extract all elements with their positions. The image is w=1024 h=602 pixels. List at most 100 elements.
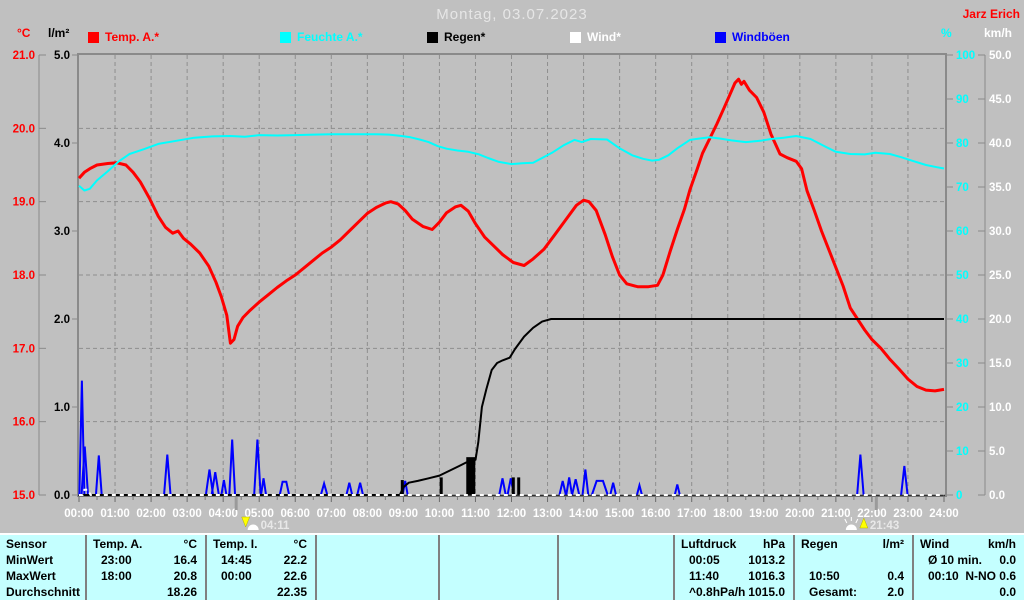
- table-header-Wind: Windkm/h: [914, 535, 1024, 552]
- table-cell: 18.26: [87, 584, 207, 600]
- table-column-title: Luftdruck: [675, 537, 736, 551]
- table-column-title: Temp. I.: [207, 537, 257, 551]
- axis-tick-label: 4.0: [54, 138, 70, 150]
- table-cell-time: 00:10: [914, 569, 959, 583]
- chart-legend: Temp. A.*Feuchte A.*Regen*Wind*Windböen: [0, 30, 1024, 46]
- x-axis-label: 13:00: [533, 508, 562, 520]
- table-cell-time: ^0.8hPa/h: [675, 585, 745, 599]
- table-cell-value: 20.8: [174, 569, 205, 583]
- table-cell-value: 18.26: [167, 585, 205, 599]
- table-cell-time: 23:00: [87, 553, 132, 567]
- table-row-label-text: MinWert: [0, 553, 53, 567]
- axis-tick-label: 70: [956, 182, 969, 194]
- legend-color-swatch: [715, 32, 726, 43]
- table-row-label-text: MaxWert: [0, 569, 56, 583]
- table-cell: [317, 552, 440, 568]
- x-axis-label: 17:00: [677, 508, 706, 520]
- axis-tick-label: 16.0: [13, 417, 35, 429]
- axis-tick-label: 40.0: [989, 138, 1011, 150]
- table-cell-value: 1013.2: [748, 553, 793, 567]
- table-column-unit: °C: [184, 537, 205, 551]
- table-cell: Gesamt:2.0: [795, 584, 914, 600]
- table-header-empty: [317, 535, 440, 552]
- table-cell: 00:051013.2: [675, 552, 795, 568]
- half-sun-icon: [248, 525, 259, 531]
- x-axis-labels: 00:0001:0002:0003:0004:0005:0006:0007:00…: [64, 497, 958, 520]
- table-cell: 0.0: [914, 584, 1024, 600]
- axis-tick-label: 10.0: [989, 402, 1011, 414]
- axis-tick-label: 20.0: [13, 123, 35, 135]
- table-cell-value: 1015.0: [748, 585, 793, 599]
- table-cell: [795, 552, 914, 568]
- statistics-table: SensorTemp. A.°CTemp. I.°CLuftdruckhPaRe…: [0, 533, 1024, 602]
- table-column-unit: °C: [294, 537, 315, 551]
- axis-tick-label: 25.0: [989, 270, 1011, 282]
- table-cell: [559, 584, 675, 600]
- axis-tick-label: 30: [956, 358, 969, 370]
- axis-tick-label: 15.0: [989, 358, 1011, 370]
- x-axis-label: 14:00: [569, 508, 598, 520]
- table-cell-value: 0.0: [999, 553, 1024, 567]
- table-cell: [440, 568, 559, 584]
- x-axis-label: 20:00: [785, 508, 814, 520]
- humidity-axis-labels: 1009080706050403020100: [946, 50, 975, 502]
- table-header-Luftdruck: LuftdruckhPa: [675, 535, 795, 552]
- legend-color-swatch: [88, 32, 99, 43]
- table-cell: 22.35: [207, 584, 317, 600]
- x-axis-label: 07:00: [317, 508, 346, 520]
- axis-tick-label: 50: [956, 270, 969, 282]
- table-cell-time: 18:00: [87, 569, 132, 583]
- table-cell: [440, 584, 559, 600]
- legend-item-windb-en: Windböen: [715, 30, 790, 44]
- axis-tick-label: 21.0: [13, 50, 35, 62]
- axis-tick-label: 30.0: [989, 226, 1011, 238]
- axis-tick-label: 20: [956, 402, 969, 414]
- rain-bar: [512, 477, 515, 495]
- table-cell: 14:4522.2: [207, 552, 317, 568]
- axis-tick-label: 0.0: [54, 490, 70, 502]
- legend-label: Temp. A.*: [105, 30, 159, 44]
- table-row-label: MaxWert: [0, 568, 87, 584]
- table-cell-time: 14:45: [207, 553, 252, 567]
- legend-color-swatch: [280, 32, 291, 43]
- axis-tick-label: 45.0: [989, 94, 1011, 106]
- table-row-label: Durchschnitt: [0, 584, 87, 600]
- page-title: Montag, 03.07.2023: [0, 6, 1024, 23]
- axis-tick-label: 100: [956, 50, 975, 62]
- axis-tick-label: 5.0: [989, 446, 1005, 458]
- table-header-Temp. I.: Temp. I. °C: [207, 535, 317, 552]
- weather-chart: 21.020.019.018.017.016.015.05.04.03.02.0…: [0, 0, 1024, 533]
- temp-axis-labels: 21.020.019.018.017.016.015.0: [13, 50, 46, 502]
- table-cell: 23:0016.4: [87, 552, 207, 568]
- table-cell: 10:50 0.4: [795, 568, 914, 584]
- x-axis-label: 00:00: [64, 508, 93, 520]
- legend-item-temp-a-: Temp. A.*: [88, 30, 159, 44]
- x-axis-label: 22:00: [857, 508, 886, 520]
- axis-tick-label: 80: [956, 138, 969, 150]
- legend-label: Windböen: [732, 30, 790, 44]
- table-column-title: Regen: [795, 537, 838, 551]
- table-cell: 00:10N-NO 0.6: [914, 568, 1024, 584]
- legend-label: Wind*: [587, 30, 621, 44]
- axis-tick-label: 40: [956, 314, 969, 326]
- table-cell-value: 0.4: [887, 569, 912, 583]
- rain-axis-labels: 5.04.03.02.01.00.0: [54, 50, 79, 502]
- table-cell-value: 2.0: [887, 585, 912, 599]
- marker-tick: [235, 497, 238, 510]
- x-axis-label: 18:00: [713, 508, 742, 520]
- legend-item-wind-: Wind*: [570, 30, 621, 44]
- axis-tick-label: 10: [956, 446, 969, 458]
- x-axis-label: 02:00: [136, 508, 165, 520]
- table-cell-time: 10:50: [795, 569, 840, 583]
- table-cell: [559, 568, 675, 584]
- x-axis-label: 11:00: [461, 508, 490, 520]
- x-axis-label: 24:00: [929, 508, 958, 520]
- sun-arrow-down-icon: [242, 517, 250, 527]
- sunset-time: 21:43: [870, 520, 899, 532]
- table-cell: [440, 552, 559, 568]
- table-header-Regen: Regenl/m²: [795, 535, 914, 552]
- table-cell: 00:0022.6: [207, 568, 317, 584]
- x-axis-label: 06:00: [281, 508, 310, 520]
- axis-tick-label: 2.0: [54, 314, 70, 326]
- axis-tick-label: 0: [956, 490, 962, 502]
